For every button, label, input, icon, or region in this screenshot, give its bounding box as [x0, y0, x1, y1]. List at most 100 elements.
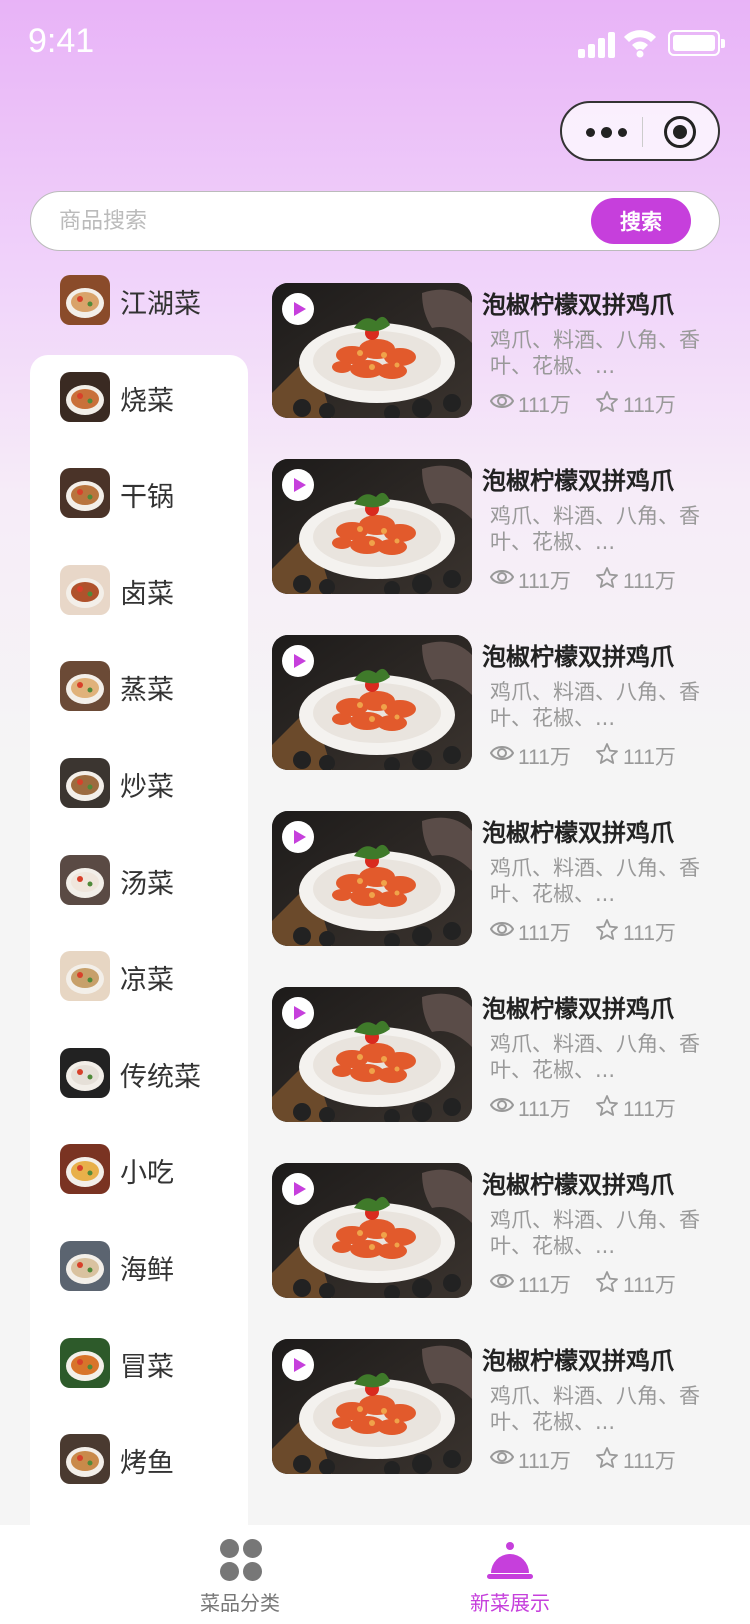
- dish-card[interactable]: 泡椒柠檬双拼鸡爪 鸡爪、料酒、八角、香叶、花椒、... 111万 111万: [272, 987, 720, 1127]
- category-thumbnail: [60, 468, 110, 519]
- dish-description: 鸡爪、料酒、八角、香叶、花椒、...: [490, 1208, 700, 1258]
- dish-image[interactable]: [272, 1163, 472, 1298]
- sidebar-item-label: 汤菜: [120, 868, 174, 900]
- dish-card[interactable]: 泡椒柠檬双拼鸡爪 鸡爪、料酒、八角、香叶、花椒、... 111万 111万: [272, 635, 720, 775]
- play-icon[interactable]: [282, 997, 314, 1029]
- status-bar: 9:41: [0, 0, 750, 92]
- category-thumbnail: [60, 661, 110, 712]
- dish-description: 鸡爪、料酒、八角、香叶、花椒、...: [490, 1032, 700, 1082]
- dish-card[interactable]: 泡椒柠檬双拼鸡爪鸡爪、料酒、八角、香叶、花椒、... 111万 111万: [272, 1339, 720, 1479]
- sidebar-item[interactable]: 凉菜: [30, 925, 248, 1025]
- tab-label: 新菜展示: [470, 1591, 550, 1615]
- sidebar-item[interactable]: 汤菜: [30, 829, 248, 929]
- play-icon[interactable]: [282, 645, 314, 677]
- mini-program-capsule: [560, 101, 720, 161]
- sidebar-item[interactable]: 干锅: [30, 442, 248, 542]
- dish-description: 鸡爪、料酒、八角、香叶、花椒、...: [490, 504, 700, 554]
- close-target-icon[interactable]: [664, 116, 696, 148]
- dish-card[interactable]: 泡椒柠檬双拼鸡爪鸡爪、料酒、八角、香叶、花椒、... 111万 111万: [272, 459, 720, 599]
- favorites-count: 111万: [623, 746, 676, 769]
- sidebar-item-label: 干锅: [120, 482, 174, 514]
- play-icon[interactable]: [282, 1173, 314, 1205]
- dish-image[interactable]: [272, 459, 472, 594]
- tab-bar: 菜品分类 新菜展示: [0, 1525, 750, 1624]
- sidebar-item[interactable]: 卤菜: [30, 539, 248, 639]
- search-bar: 搜索: [30, 191, 720, 251]
- category-thumbnail: [60, 1241, 110, 1291]
- tab-label: 菜品分类: [200, 1591, 280, 1615]
- category-thumbnail: [60, 951, 110, 1002]
- sidebar-item[interactable]: 烤鱼: [30, 1408, 248, 1508]
- favorites-count: 111万: [623, 570, 676, 593]
- battery-icon: [668, 30, 725, 56]
- sidebar-item-label: 海鲜: [120, 1255, 174, 1286]
- status-time: 9:41: [28, 22, 95, 60]
- views-count: 111万: [518, 746, 571, 769]
- signal-icon: [578, 30, 618, 58]
- search-input[interactable]: [59, 200, 579, 242]
- views-count: 111万: [518, 1274, 571, 1297]
- dish-title: 泡椒柠檬双拼鸡爪: [482, 291, 674, 319]
- category-thumbnail: [60, 275, 110, 325]
- views-count: 111万: [518, 1450, 571, 1473]
- sidebar-item-label: 卤菜: [120, 578, 174, 610]
- category-thumbnail: [60, 1047, 110, 1098]
- dish-title: 泡椒柠檬双拼鸡爪: [482, 995, 674, 1023]
- sidebar-item[interactable]: 蒸菜: [30, 635, 248, 735]
- dish-card[interactable]: 泡椒柠檬双拼鸡爪 鸡爪、料酒、八角、香叶、花椒、... 111万 111万: [272, 283, 720, 423]
- category-thumbnail: [60, 854, 110, 905]
- views-count: 111万: [518, 570, 571, 593]
- dish-image[interactable]: [272, 283, 472, 418]
- play-icon[interactable]: [282, 821, 314, 853]
- dish-image[interactable]: [272, 987, 472, 1122]
- play-icon[interactable]: [282, 293, 314, 325]
- sidebar-item-label: 冒菜: [120, 1351, 174, 1383]
- capsule-divider: [642, 117, 643, 147]
- tab-new-dishes[interactable]: 新菜展示: [410, 1525, 610, 1624]
- dish-description: 鸡爪、料酒、八角、香叶、花椒、...: [490, 328, 700, 378]
- sidebar-item[interactable]: 传统菜: [30, 1022, 248, 1122]
- sidebar-item[interactable]: 炒菜: [30, 732, 248, 832]
- wifi-icon: [622, 26, 658, 58]
- dish-title: 泡椒柠檬双拼鸡爪: [482, 643, 674, 671]
- category-thumbnail: [60, 1144, 110, 1195]
- sidebar-item-label: 烧菜: [120, 385, 174, 417]
- favorites-count: 111万: [623, 922, 676, 945]
- category-thumbnail: [60, 564, 110, 615]
- dish-title: 泡椒柠檬双拼鸡爪: [482, 467, 674, 495]
- sidebar-item[interactable]: 海鲜: [30, 1215, 248, 1315]
- sidebar-item[interactable]: 江湖菜: [30, 249, 248, 349]
- sidebar-item-label: 蒸菜: [120, 675, 174, 707]
- cloche-icon: [486, 1541, 534, 1581]
- dish-card[interactable]: 泡椒柠檬双拼鸡爪 鸡爪、料酒、八角、香叶、花椒、... 111万 111万: [272, 811, 720, 951]
- sidebar-item[interactable]: 烧菜: [30, 346, 248, 446]
- dish-image[interactable]: [272, 811, 472, 946]
- dish-card[interactable]: 泡椒柠檬双拼鸡爪鸡爪、料酒、八角、香叶、花椒、... 111万 111万: [272, 1163, 720, 1303]
- favorites-count: 111万: [623, 1274, 676, 1297]
- sidebar-item-label: 传统菜: [120, 1061, 201, 1093]
- sidebar-item-label: 小吃: [120, 1158, 174, 1190]
- sidebar-item[interactable]: 小吃: [30, 1118, 248, 1218]
- dish-description: 鸡爪、料酒、八角、香叶、花椒、...: [490, 1384, 700, 1434]
- play-icon[interactable]: [282, 1349, 314, 1381]
- dish-image[interactable]: [272, 1339, 472, 1474]
- category-thumbnail: [60, 371, 110, 422]
- dish-title: 泡椒柠檬双拼鸡爪: [482, 1347, 674, 1375]
- category-thumbnail: [60, 1337, 110, 1388]
- favorites-count: 111万: [623, 1098, 676, 1121]
- search-button[interactable]: 搜索: [591, 198, 691, 244]
- play-icon[interactable]: [282, 469, 314, 501]
- sidebar-item-label: 烤鱼: [120, 1448, 174, 1480]
- dish-image[interactable]: [272, 635, 472, 770]
- category-thumbnail: [60, 1434, 110, 1485]
- grid-icon: [220, 1539, 264, 1583]
- sidebar-item-label: 江湖菜: [120, 289, 201, 320]
- tab-categories[interactable]: 菜品分类: [140, 1525, 340, 1624]
- sidebar-item[interactable]: 冒菜: [30, 1312, 248, 1412]
- favorites-count: 111万: [623, 1450, 676, 1473]
- more-icon[interactable]: [586, 123, 630, 141]
- dish-description: 鸡爪、料酒、八角、香叶、花椒、...: [490, 856, 700, 906]
- dish-title: 泡椒柠檬双拼鸡爪: [482, 1171, 674, 1199]
- sidebar-item-label: 凉菜: [120, 965, 174, 997]
- favorites-count: 111万: [623, 394, 676, 417]
